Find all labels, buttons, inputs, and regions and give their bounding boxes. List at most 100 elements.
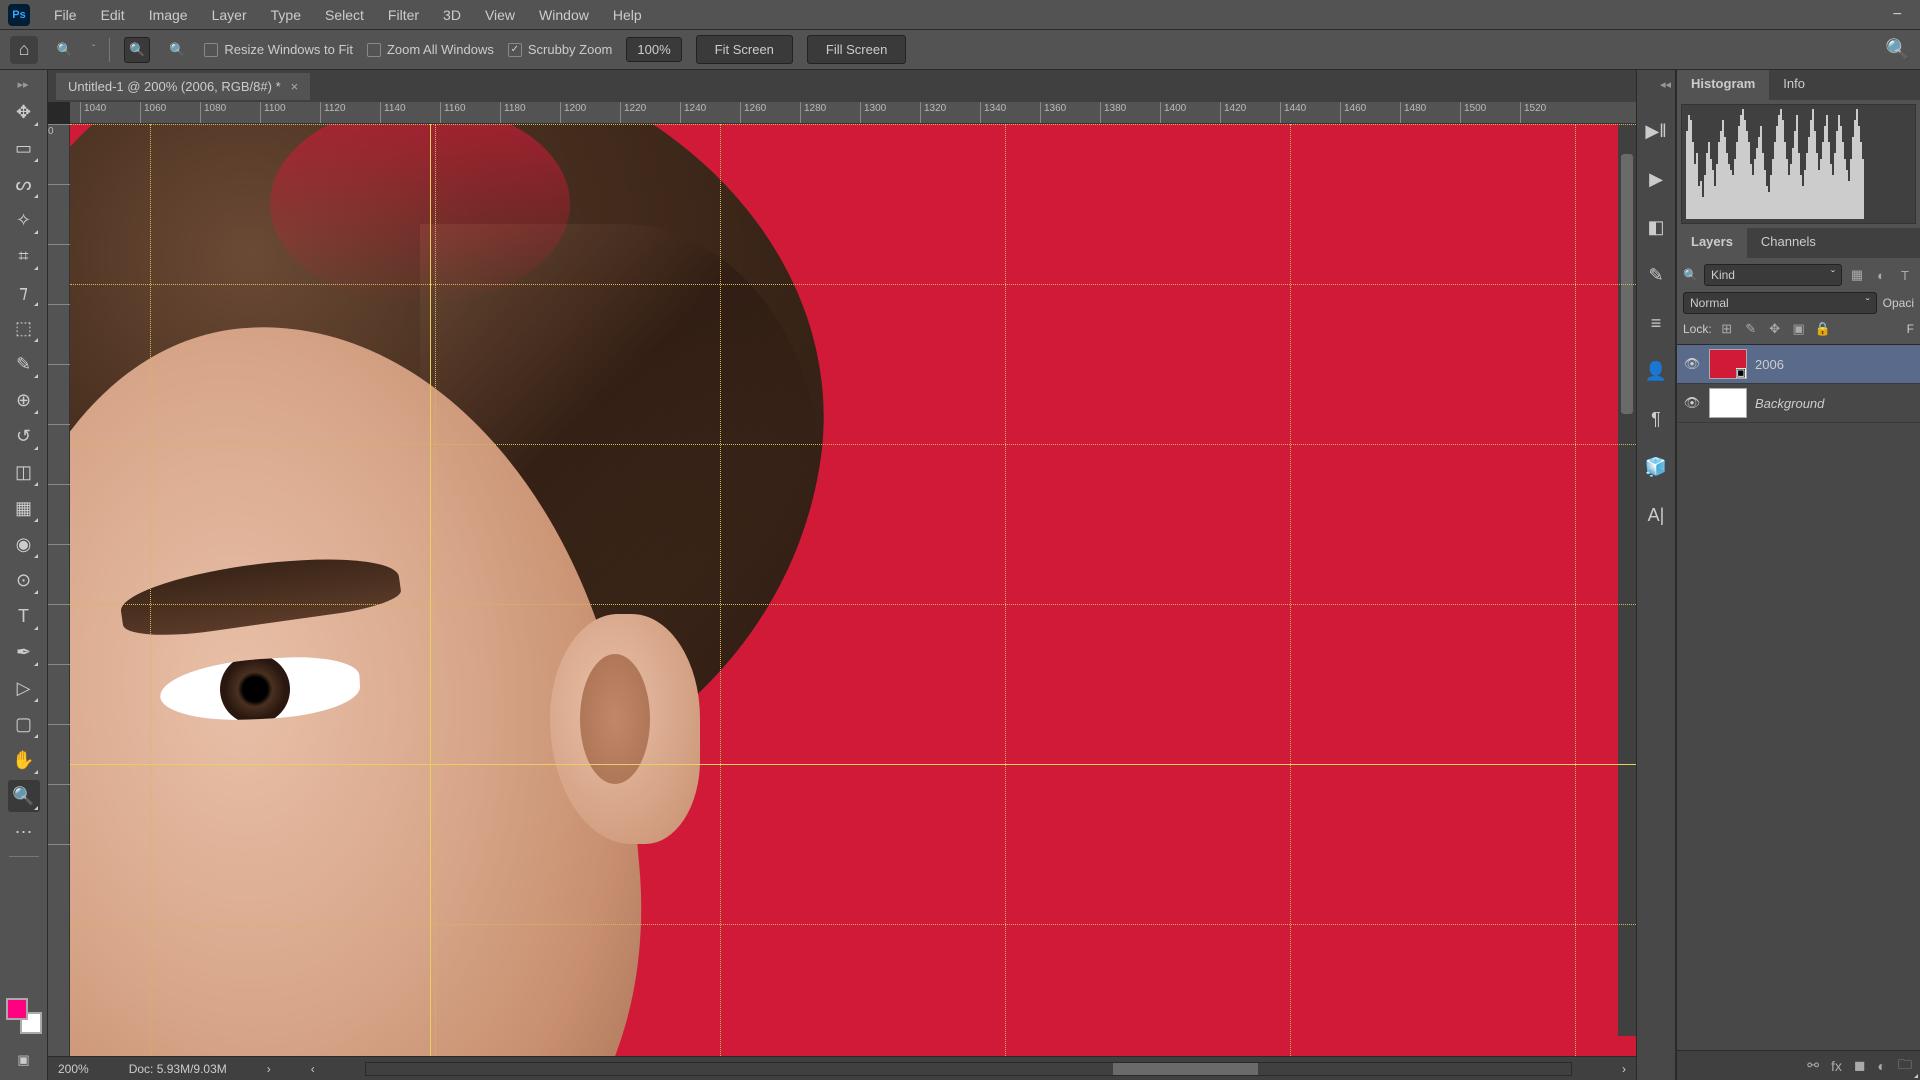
menu-select[interactable]: Select [313,1,376,29]
layer-name-label[interactable]: 2006 [1755,357,1784,372]
type-tool[interactable]: T [8,600,40,632]
actions-panel-icon[interactable]: ▶‖ [1644,119,1668,143]
vertical-ruler[interactable]: 0 [48,124,70,1056]
menu-edit[interactable]: Edit [89,1,137,29]
search-layers-icon[interactable]: 🔍 [1683,268,1698,282]
pen-tool[interactable]: ✒ [8,636,40,668]
link-layers-icon[interactable]: ⚯ [1807,1057,1819,1074]
layer-name-label[interactable]: Background [1755,396,1824,411]
play-panel-icon[interactable]: ▶ [1644,167,1668,191]
layer-visibility-icon[interactable]: 👁 [1683,355,1701,373]
fx-icon[interactable]: fx [1831,1058,1842,1074]
lasso-tool[interactable]: ᔕ [8,168,40,200]
layer-mask-icon[interactable]: ◼ [1854,1057,1866,1074]
paragraph-panel-icon[interactable]: ¶ [1644,407,1668,431]
lock-position-icon[interactable]: ✥ [1766,320,1784,338]
search-icon[interactable]: 🔍 [1885,37,1910,62]
menu-image[interactable]: Image [137,1,200,29]
document-tab[interactable]: Untitled-1 @ 200% (2006, RGB/8#) * × [56,73,310,100]
lock-all-icon[interactable]: 🔒 [1814,320,1832,338]
home-button[interactable]: ⌂ [10,36,38,64]
horizontal-ruler[interactable]: 1040106010801100112011401160118012001220… [70,102,1636,124]
zoom-tool[interactable]: 🔍 [8,780,40,812]
menu-window[interactable]: Window [527,1,601,29]
zoom-all-checkbox[interactable]: Zoom All Windows [367,42,494,57]
canvas[interactable] [70,124,1636,1056]
zoom-out-button[interactable]: 🔍 [164,37,190,63]
fit-screen-button[interactable]: Fit Screen [696,35,793,64]
current-tool-zoom-icon[interactable]: 🔍 [52,37,78,63]
glyphs-panel-icon[interactable]: A| [1644,503,1668,527]
character-panel-icon[interactable]: 👤 [1644,359,1668,383]
menu-layer[interactable]: Layer [200,1,259,29]
status-zoom[interactable]: 200% [58,1062,89,1076]
blur-tool[interactable]: ◉ [8,528,40,560]
hand-tool[interactable]: ✋ [8,744,40,776]
dodge-tool[interactable]: ⊙ [8,564,40,596]
brush-tool[interactable]: ✎ [8,348,40,380]
vertical-scrollbar[interactable] [1618,124,1636,1036]
crop-tool[interactable]: ⌗ [8,240,40,272]
lock-artboard-icon[interactable]: ▣ [1790,320,1808,338]
tab-layers[interactable]: Layers [1677,228,1747,258]
blend-mode-select[interactable]: Normalˇ [1683,292,1877,314]
expand-toolbox-icon[interactable]: ▸▸ [18,78,30,92]
layer-visibility-icon[interactable]: 👁 [1683,394,1701,412]
layer-row[interactable]: 👁 2006 [1677,345,1920,384]
group-layers-icon[interactable]: 🗀 [1898,1054,1912,1078]
layer-filter-select[interactable]: Kind ˇ [1704,264,1842,286]
layer-thumbnail[interactable] [1709,388,1747,418]
guide-vertical[interactable] [430,124,431,1056]
screen-mode-button[interactable]: ▣ [8,1046,40,1074]
lock-transparent-icon[interactable]: ⊞ [1718,320,1736,338]
status-chevron-right-icon[interactable]: › [1622,1062,1626,1076]
status-chevron-left-icon[interactable]: ‹ [311,1062,315,1076]
horizontal-scrollbar-thumb[interactable] [1113,1063,1258,1075]
patch-tool[interactable]: ⬚ [8,312,40,344]
close-tab-icon[interactable]: × [291,79,299,94]
horizontal-scrollbar[interactable] [365,1062,1572,1076]
foreground-color-swatch[interactable] [6,998,28,1020]
tool-preset-chevron-icon[interactable]: ˇ [92,44,95,55]
history-brush-tool[interactable]: ↺ [8,420,40,452]
status-chevron-icon[interactable]: › [267,1062,271,1076]
menu-help[interactable]: Help [601,1,654,29]
menu-view[interactable]: View [473,1,527,29]
magic-wand-tool[interactable]: ✧ [8,204,40,236]
brush-settings-panel-icon[interactable]: ✎ [1644,263,1668,287]
tab-histogram[interactable]: Histogram [1677,70,1769,100]
marquee-tool[interactable]: ▭ [8,132,40,164]
guide-horizontal[interactable] [70,764,1636,765]
tab-info[interactable]: Info [1769,70,1819,100]
eyedropper-tool[interactable]: ⁊ [8,276,40,308]
properties-panel-icon[interactable]: ◧ [1644,215,1668,239]
menu-file[interactable]: File [42,1,89,29]
lock-image-icon[interactable]: ✎ [1742,320,1760,338]
filter-adjustment-icon[interactable]: ◐ [1872,266,1890,284]
gradient-tool[interactable]: ▦ [8,492,40,524]
zoom-percent-button[interactable]: 100% [626,37,681,62]
filter-pixel-icon[interactable]: ▦ [1848,266,1866,284]
clone-stamp-tool[interactable]: ⊕ [8,384,40,416]
menu-type[interactable]: Type [259,1,313,29]
3d-panel-icon[interactable]: 🧊 [1644,455,1668,479]
move-tool[interactable]: ✥ [8,96,40,128]
rectangle-tool[interactable]: ▢ [8,708,40,740]
edit-toolbar[interactable]: ⋯ [8,816,40,848]
collapse-panels-icon[interactable]: ◂◂ [1660,78,1671,91]
resize-windows-checkbox[interactable]: Resize Windows to Fit [204,42,353,57]
scrubby-zoom-checkbox[interactable]: Scrubby Zoom [508,42,613,57]
fill-screen-button[interactable]: Fill Screen [807,35,906,64]
color-swatches[interactable] [6,998,42,1034]
path-selection-tool[interactable]: ▷ [8,672,40,704]
adjustment-layer-icon[interactable]: ◐ [1878,1058,1886,1074]
menu-3d[interactable]: 3D [431,1,473,29]
menu-filter[interactable]: Filter [376,1,431,29]
layer-row[interactable]: 👁 Background [1677,384,1920,423]
adjustments-panel-icon[interactable]: ≡ [1644,311,1668,335]
zoom-in-button[interactable]: 🔍 [124,37,150,63]
layer-thumbnail[interactable] [1709,349,1747,379]
eraser-tool[interactable]: ◫ [8,456,40,488]
status-doc-size[interactable]: Doc: 5.93M/9.03M [129,1062,227,1076]
filter-type-icon[interactable]: T [1896,266,1914,284]
